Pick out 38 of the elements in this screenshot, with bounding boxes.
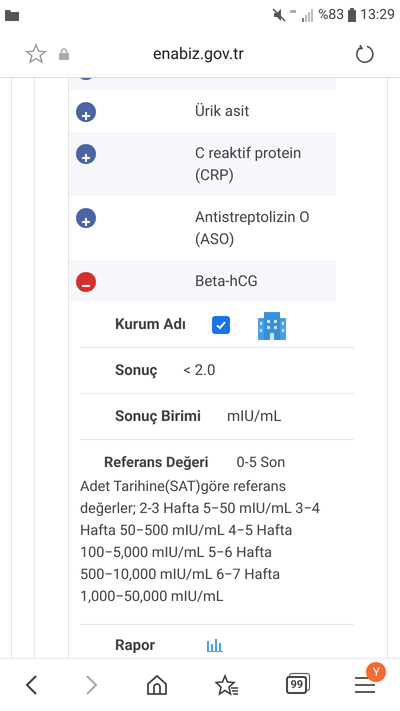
test-name: Ürik asit: [195, 101, 250, 122]
field-value: Adet Tarihine(SAT)göre referans değerler; 2-3 Hafta 5−50 mIU/mL 3−4 Hafta 50−500 mIU/mL 4−5 Hafta 100−5,000 mIU/mL 5−6 Hafta 500−10,000 mIU/mL 6−7 Hafta 1,000−50,000 mIU/mL: [80, 477, 321, 607]
hospital-building-icon[interactable]: [256, 310, 288, 340]
test-row[interactable]: Beta-hCG: [69, 260, 336, 302]
checkmark-icon: [215, 318, 228, 330]
field-label: Kurum Adı: [115, 314, 186, 336]
back-icon[interactable]: [24, 674, 38, 696]
test-name: Beta-hCG: [195, 271, 259, 292]
field-label: Sonuç Birimi: [115, 406, 202, 428]
battery-percent: %83: [318, 6, 344, 24]
test-name: Antistreptolizin O (ASO): [195, 207, 311, 250]
field-value: mIU/mL: [227, 406, 282, 428]
field-value: 0-5 Son: [236, 453, 286, 473]
plus-icon[interactable]: [76, 102, 96, 122]
field-label: Referans Değeri: [104, 453, 209, 473]
battery-icon: [348, 8, 356, 22]
folder-icon: [5, 10, 19, 20]
lock-icon: [59, 48, 69, 60]
minus-icon[interactable]: [76, 272, 96, 292]
mute-icon: [272, 8, 286, 22]
bookmarks-icon[interactable]: [215, 674, 240, 696]
reload-icon[interactable]: [355, 44, 375, 64]
url-text[interactable]: enabiz.gov.tr: [153, 42, 244, 66]
field-label: Sonuç: [115, 360, 158, 382]
field-value: < 2.0: [183, 360, 216, 382]
checkbox[interactable]: [212, 316, 230, 334]
tabs-button[interactable]: 99: [286, 676, 308, 694]
bar-chart-icon[interactable]: [207, 638, 224, 652]
test-name: C reaktif protein (CRP): [195, 143, 302, 186]
plus-icon[interactable]: [76, 208, 96, 228]
clock: 13:29: [360, 6, 395, 24]
field-label: Rapor: [115, 634, 156, 656]
signal-icon: [290, 8, 314, 22]
plus-icon[interactable]: [76, 144, 96, 164]
test-row[interactable]: C reaktif protein (CRP): [69, 132, 336, 196]
home-icon[interactable]: [146, 674, 168, 696]
star-icon[interactable]: [25, 42, 47, 64]
menu-icon[interactable]: [354, 676, 376, 694]
